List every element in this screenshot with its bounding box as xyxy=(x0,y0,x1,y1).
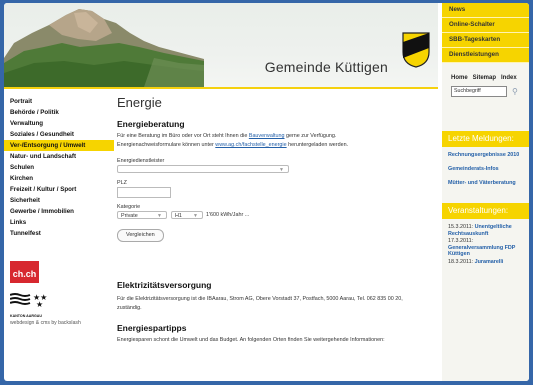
event-date: 17.3.2011: xyxy=(448,238,474,244)
kuettigen-crest-icon[interactable] xyxy=(402,32,430,68)
sidebar-item-soziales-gesundheit[interactable]: Soziales / Gesundheit xyxy=(10,129,110,140)
browser-page: Gemeinde Küttigen News Online-Schalter S… xyxy=(4,3,529,381)
topnav-news[interactable]: News xyxy=(442,3,529,18)
elektrizitaet-text: Für die Elektrizitätsversorgung ist die … xyxy=(117,296,403,311)
news-item[interactable]: Mütter- und Väterberatung xyxy=(448,180,523,187)
sidebar-item-natur-landschaft[interactable]: Natur- und Landschaft xyxy=(10,151,110,162)
chevron-down-icon: ▼ xyxy=(279,167,284,173)
right-column: News Online-Schalter SBB-Tageskarten Die… xyxy=(442,3,529,381)
fachstelle-energie-link[interactable]: www.ag.ch/fachstelle_energie xyxy=(215,142,286,148)
section-heading-energiespartipps: Energiespartipps xyxy=(117,323,187,333)
topnav-dienstleistungen[interactable]: Dienstleistungen xyxy=(442,48,529,63)
events-box-title: Veranstaltungen: xyxy=(442,203,529,219)
energieberatung-text: Für eine Beratung im Büro oder vor Ort s… xyxy=(117,132,435,150)
search-input[interactable]: Suchbegriff xyxy=(451,86,507,97)
header-landscape-image xyxy=(4,9,204,87)
plz-label: PLZ xyxy=(117,180,127,186)
text-fragment: Energienachweisformulare können unter xyxy=(117,142,216,148)
index-link[interactable]: Index xyxy=(501,75,517,81)
site-title[interactable]: Gemeinde Küttigen xyxy=(265,59,388,75)
topnav-online-schalter[interactable]: Online-Schalter xyxy=(442,18,529,33)
event-link[interactable]: Generalversammlung FDP Küttigen xyxy=(448,245,515,258)
site-header: Gemeinde Küttigen xyxy=(4,3,438,87)
news-box-title: Letzte Meldungen: xyxy=(442,131,529,147)
compare-row: Vergleichen xyxy=(117,223,435,242)
chevron-down-icon: ▼ xyxy=(157,213,162,219)
sidebar-item-behoerde-politik[interactable]: Behörde / Politik xyxy=(10,107,110,118)
svg-text:★: ★ xyxy=(36,300,43,308)
sidebar-navigation: Portrait Behörde / Politik Verwaltung So… xyxy=(4,96,114,239)
text-fragment: gerne zur Verfügung. xyxy=(284,133,337,139)
energiespartipps-text: Energiesparen schont die Umwelt und das … xyxy=(117,337,385,343)
search-row: Suchbegriff ⚲ xyxy=(451,86,529,97)
topnav-sbb-tageskarten[interactable]: SBB-Tageskarten xyxy=(442,33,529,48)
chevron-down-icon: ▼ xyxy=(193,213,198,219)
category-select[interactable]: Private ▼ xyxy=(117,211,167,219)
page-title: Energie xyxy=(117,95,162,110)
event-item: 18.3.2011: Juramarelli xyxy=(448,259,523,266)
main-content: Energie Energieberatung Für eine Beratun… xyxy=(117,95,435,345)
consumption-text: 1'600 kWh/Jahr ... xyxy=(206,212,250,218)
category-value: Private xyxy=(121,213,138,219)
type-value: H1 xyxy=(175,213,182,219)
kanton-aargau-icon: ★★ ★ xyxy=(9,293,47,309)
compare-button[interactable]: Vergleichen xyxy=(117,229,164,242)
type-select[interactable]: H1 ▼ xyxy=(171,211,203,219)
header-accent-line xyxy=(4,87,438,89)
sidebar-item-sicherheit[interactable]: Sicherheit xyxy=(10,195,110,206)
section-heading-energieberatung: Energieberatung xyxy=(117,119,185,129)
event-link[interactable]: Juramarelli xyxy=(475,259,504,265)
sidebar-item-kirchen[interactable]: Kirchen xyxy=(10,173,110,184)
chch-logo[interactable]: ch.ch xyxy=(10,261,39,283)
section-heading-elektrizitaet: Elektrizitätsversorgung xyxy=(117,280,212,290)
bauverwaltung-link[interactable]: Bauverwaltung xyxy=(249,133,285,139)
event-item: 15.3.2011: Unentgeltliche Rechtsauskunft xyxy=(448,224,523,237)
search-icon[interactable]: ⚲ xyxy=(512,87,518,96)
plz-input[interactable] xyxy=(117,187,171,198)
utility-links: Home Sitemap Index xyxy=(451,75,529,81)
news-box-list: Rechnungsergebnisse 2010 Gemeinderats-In… xyxy=(442,147,529,197)
events-box-list: 15.3.2011: Unentgeltliche Rechtsauskunft… xyxy=(442,219,529,269)
event-date: 15.3.2011: xyxy=(448,224,474,230)
sidebar-item-links[interactable]: Links xyxy=(10,217,110,228)
tools-area: Home Sitemap Index Suchbegriff ⚲ xyxy=(442,63,529,125)
event-date: 18.3.2011: xyxy=(448,258,474,265)
top-navigation: News Online-Schalter SBB-Tageskarten Die… xyxy=(442,3,529,63)
sidebar-item-schulen[interactable]: Schulen xyxy=(10,162,110,173)
provider-label: Energiedienstleister xyxy=(117,158,165,164)
event-item: 17.3.2011: Generalversammlung FDP Küttig… xyxy=(448,238,523,258)
news-item[interactable]: Gemeinderats-Infos xyxy=(448,166,523,173)
kanton-aargau-logo[interactable]: ★★ ★ KANTON AARGAU xyxy=(9,292,54,318)
sidebar-item-verwaltung[interactable]: Verwaltung xyxy=(10,118,110,129)
sidebar-item-tunnelfest[interactable]: Tunnelfest xyxy=(10,228,110,239)
webdesign-credit[interactable]: webdesign & cms by backslash xyxy=(10,320,81,326)
category-label: Kategorie xyxy=(117,204,141,210)
text-fragment: heruntergeladen werden. xyxy=(286,142,349,148)
text-fragment: Für eine Beratung im Büro oder vor Ort s… xyxy=(117,133,249,139)
category-row: Private ▼ H1 ▼ 1'600 kWh/Jahr ... xyxy=(117,211,435,219)
sidebar-item-freizeit-kultur-sport[interactable]: Freizeit / Kultur / Sport xyxy=(10,184,110,195)
sidebar-item-portrait[interactable]: Portrait xyxy=(10,96,110,107)
home-link[interactable]: Home xyxy=(451,75,468,81)
news-item[interactable]: Rechnungsergebnisse 2010 xyxy=(448,152,523,159)
sidebar-item-ver-entsorgung-umwelt[interactable]: Ver-/Entsorgung / Umwelt xyxy=(4,140,114,151)
kanton-label: KANTON AARGAU xyxy=(10,314,42,318)
provider-select[interactable]: ▼ xyxy=(117,165,289,173)
sitemap-link[interactable]: Sitemap xyxy=(473,75,496,81)
sidebar-item-gewerbe-immobilien[interactable]: Gewerbe / Immobilien xyxy=(10,206,110,217)
